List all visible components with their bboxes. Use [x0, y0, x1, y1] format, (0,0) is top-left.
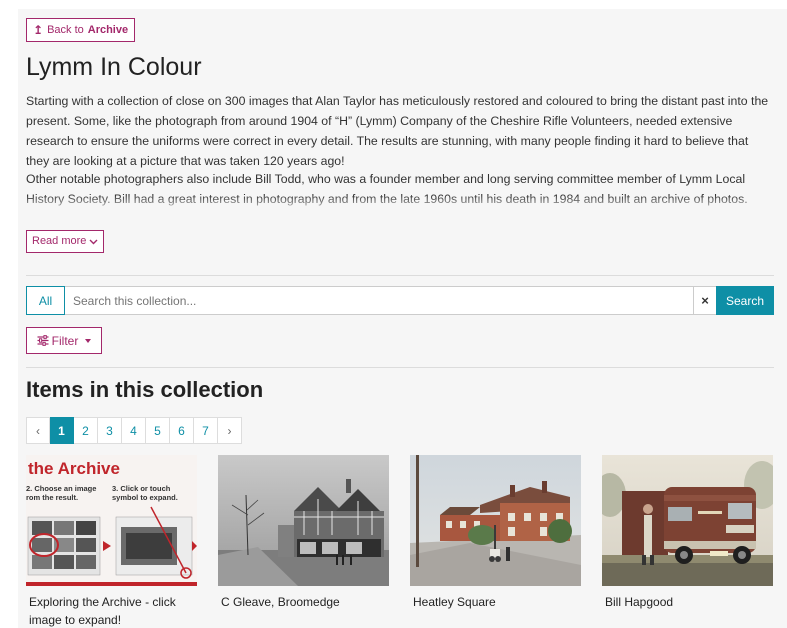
- page-6-button[interactable]: 6: [170, 417, 194, 444]
- thumb-step2: 2. Choose an image: [26, 484, 96, 493]
- collection-page: ↥ Back to Archive Lymm In Colour Startin…: [18, 9, 787, 628]
- clear-search-icon[interactable]: ×: [694, 286, 716, 315]
- page-2-button[interactable]: 2: [74, 417, 98, 444]
- item-thumbnail[interactable]: [218, 455, 389, 586]
- pagination-prev-button[interactable]: ‹: [26, 417, 50, 444]
- back-to-archive-button[interactable]: ↥ Back to Archive: [26, 18, 136, 42]
- thumb-headline: the Archive: [28, 459, 120, 478]
- page-1-button[interactable]: 1: [50, 417, 74, 444]
- back-label-strong: Archive: [87, 24, 129, 36]
- chevron-down-icon: [89, 239, 98, 244]
- page-7-button[interactable]: 7: [194, 417, 218, 444]
- item-caption[interactable]: Bill Hapgood: [602, 593, 773, 611]
- items-grid: the Archive 2. Choose an image rom the r…: [26, 455, 774, 628]
- item-caption[interactable]: C Gleave, Broomedge: [218, 593, 389, 611]
- item-caption[interactable]: Exploring the Archive - click image to e…: [26, 593, 197, 628]
- page-3-button[interactable]: 3: [98, 417, 122, 444]
- description-paragraph-1: Starting with a collection of close on 3…: [26, 94, 769, 168]
- page-title: Lymm In Colour: [26, 53, 202, 81]
- search-button[interactable]: Search: [716, 286, 774, 315]
- back-arrow-icon: ↥: [33, 23, 44, 37]
- pagination-next-button[interactable]: ›: [218, 417, 242, 444]
- thumb-step3: 3. Click or touch: [112, 484, 171, 493]
- search-input[interactable]: [65, 286, 694, 315]
- item-thumbnail[interactable]: the Archive 2. Choose an image rom the r…: [26, 455, 197, 586]
- back-label-prefix: Back to: [47, 24, 84, 36]
- thumb-step2b: rom the result.: [26, 493, 78, 502]
- collection-item[interactable]: Heatley Square: [410, 455, 581, 628]
- divider: [26, 275, 774, 276]
- collection-item[interactable]: Bill Hapgood: [602, 455, 773, 628]
- items-heading: Items in this collection: [26, 377, 264, 402]
- item-caption[interactable]: Heatley Square: [410, 593, 581, 611]
- item-thumbnail[interactable]: [602, 455, 773, 586]
- page-4-button[interactable]: 4: [122, 417, 146, 444]
- page-5-button[interactable]: 5: [146, 417, 170, 444]
- description-fade: [26, 195, 774, 213]
- search-scope-all-button[interactable]: All: [26, 286, 65, 315]
- filter-label: Filter: [51, 333, 79, 348]
- divider: [26, 367, 774, 368]
- read-more-label: Read more: [32, 235, 87, 247]
- caret-down-icon: [85, 338, 92, 343]
- pagination: ‹ 1 2 3 4 5 6 7 ›: [26, 417, 242, 444]
- filter-button[interactable]: Filter: [26, 327, 102, 354]
- thumb-step3b: symbol to expand.: [112, 493, 178, 502]
- read-more-button[interactable]: Read more: [26, 230, 105, 253]
- sliders-icon: [37, 335, 49, 346]
- collection-item[interactable]: C Gleave, Broomedge: [218, 455, 389, 628]
- collection-item[interactable]: the Archive 2. Choose an image rom the r…: [26, 455, 197, 628]
- search-bar: All × Search: [26, 286, 774, 315]
- item-thumbnail[interactable]: [410, 455, 581, 586]
